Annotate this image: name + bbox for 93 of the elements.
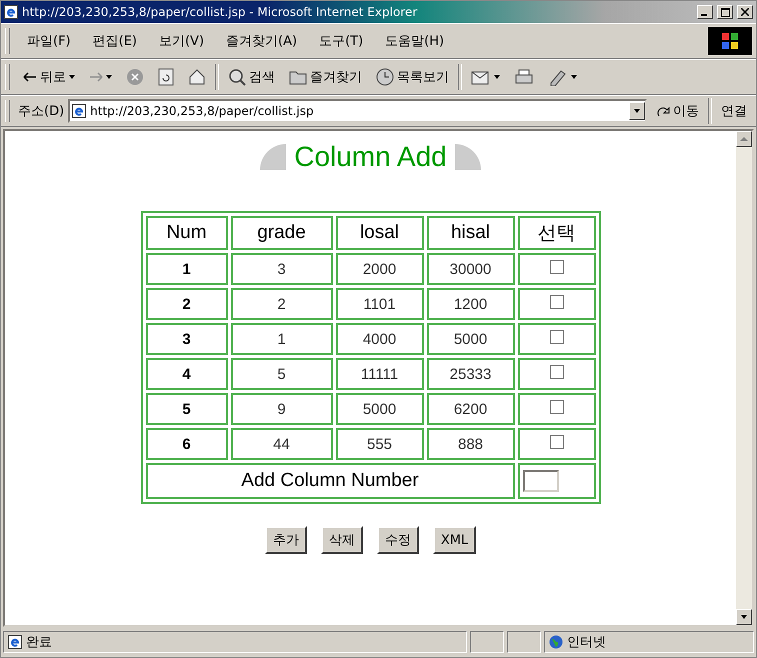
toolbar-button[interactable]: 뒤로 (18, 66, 80, 88)
menu-item[interactable]: 파일(F) (18, 30, 80, 52)
menu-item[interactable]: 도구(T) (310, 30, 372, 52)
status-pane (470, 631, 504, 653)
edit-icon (548, 68, 568, 86)
table-cell: 555 (336, 428, 424, 460)
table-cell: 1200 (426, 288, 514, 320)
form-button[interactable]: XML (432, 526, 476, 554)
dropdown-button[interactable] (629, 102, 645, 120)
maximize-button[interactable] (717, 5, 733, 19)
table-cell: 2000 (336, 253, 424, 285)
menu-item[interactable]: 즐겨찾기(A) (217, 30, 306, 52)
table-cell: 5 (230, 358, 332, 390)
table-cell: 1 (230, 323, 332, 355)
table-cell: 9 (230, 393, 332, 425)
windows-logo (708, 27, 752, 55)
page-icon (8, 635, 22, 649)
checkbox[interactable] (550, 435, 564, 449)
table-cell: 5 (146, 393, 228, 425)
clock-icon (376, 68, 394, 86)
table-cell: 6200 (426, 393, 514, 425)
printer-icon (514, 68, 534, 86)
number-input[interactable] (522, 470, 558, 492)
table-cell: 4 (146, 358, 228, 390)
column-header: 선택 (518, 216, 596, 250)
caret-icon (69, 75, 75, 79)
caret-icon (494, 75, 500, 79)
status-pane (507, 631, 541, 653)
up-caret-icon (740, 137, 748, 141)
menu-item[interactable]: 도움말(H) (376, 30, 454, 52)
url-text: http://203,230,253,8/paper/collist.jsp (90, 104, 315, 118)
back-arrow-icon (23, 72, 37, 82)
form-button[interactable]: 삭제 (320, 526, 363, 554)
caret-icon (634, 109, 640, 113)
checkbox[interactable] (550, 400, 564, 414)
maximize-icon (720, 8, 730, 16)
caret-icon (106, 75, 112, 79)
checkbox[interactable] (550, 330, 564, 344)
search-icon (228, 68, 246, 86)
table-cell: 5000 (426, 323, 514, 355)
address-field[interactable]: http://203,230,253,8/paper/collist.jsp (68, 99, 647, 123)
table-cell: 3 (146, 323, 228, 355)
scroll-down-button[interactable] (736, 609, 752, 625)
table-cell: 3 (230, 253, 332, 285)
page-icon (72, 104, 86, 118)
browser-icon (4, 5, 18, 19)
caret-icon (571, 75, 577, 79)
column-header: Num (146, 216, 228, 250)
status-text: 완료 (26, 634, 52, 651)
table-cell: 2 (230, 288, 332, 320)
page-heading: Column Add (294, 141, 447, 173)
table-cell: 30000 (426, 253, 514, 285)
table-cell: Add Column Number (146, 463, 514, 499)
close-icon (741, 8, 749, 16)
toolbar-button[interactable]: 목록보기 (371, 66, 454, 88)
menu-item[interactable]: 편집(E) (84, 30, 146, 52)
checkbox[interactable] (550, 365, 564, 379)
menu-item[interactable]: 보기(V) (150, 30, 214, 52)
table-cell: 1 (146, 253, 228, 285)
table-cell: 4000 (336, 323, 424, 355)
form-button[interactable]: 수정 (376, 526, 419, 554)
stop-icon (126, 68, 144, 86)
address-label: 주소(D) (18, 103, 64, 120)
folder-icon (289, 69, 307, 85)
scroll-up-button[interactable] (736, 131, 752, 147)
zone-text: 인터넷 (567, 634, 606, 651)
go-button[interactable]: 이동 (651, 100, 704, 122)
column-header: hisal (426, 216, 514, 250)
table-cell: 888 (426, 428, 514, 460)
table-cell: 11111 (336, 358, 424, 390)
toolbar-button[interactable]: 검색 (223, 66, 280, 88)
forward-arrow-icon (89, 72, 103, 82)
form-button[interactable]: 추가 (264, 526, 307, 554)
table-cell: 1101 (336, 288, 424, 320)
table-cell: 5000 (336, 393, 424, 425)
checkbox[interactable] (550, 260, 564, 274)
globe-icon (549, 635, 563, 649)
refresh-icon (158, 68, 174, 86)
toolbar-button[interactable]: 즐겨찾기 (284, 66, 367, 88)
column-header: grade (230, 216, 332, 250)
minimize-button[interactable] (697, 5, 713, 19)
checkbox[interactable] (550, 295, 564, 309)
table-cell: 44 (230, 428, 332, 460)
scrollbar[interactable] (736, 131, 752, 625)
links-button[interactable]: 연결 (716, 100, 752, 122)
caret-icon (741, 615, 747, 619)
close-button[interactable] (737, 5, 753, 19)
table-cell: 2 (146, 288, 228, 320)
table-cell: 6 (146, 428, 228, 460)
home-icon (188, 68, 206, 86)
table-cell: 25333 (426, 358, 514, 390)
column-header: losal (336, 216, 424, 250)
window-title: http://203,230,253,8/paper/collist.jsp - Microsoft Internet Explorer (22, 5, 418, 19)
